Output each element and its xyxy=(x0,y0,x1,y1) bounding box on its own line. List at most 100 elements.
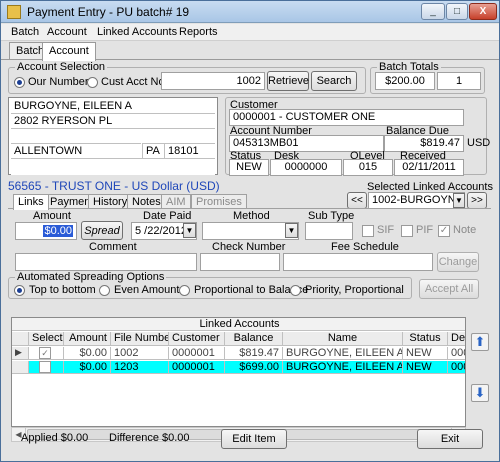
row-amount: $0.00 xyxy=(64,347,111,360)
selected-linked-dropdown[interactable]: 1002-BURGOYNE, E xyxy=(368,192,465,209)
subtab-divider xyxy=(8,208,491,209)
date-dropdown-icon[interactable]: ▼ xyxy=(183,223,196,238)
menu-account[interactable]: Account xyxy=(47,26,87,38)
proportional-balance-radio[interactable] xyxy=(179,285,190,296)
status-value: NEW xyxy=(229,159,269,176)
col-file-number[interactable]: File Number xyxy=(111,332,169,346)
title-bar[interactable]: Payment Entry - PU batch# 19 _ □ X xyxy=(1,1,499,23)
desk-value: 0000000 xyxy=(270,159,342,176)
move-up-arrow-icon[interactable]: ⬆ xyxy=(471,333,489,351)
top-to-bottom-radio[interactable] xyxy=(14,285,25,296)
tab-notes[interactable]: Notes xyxy=(127,194,166,209)
col-name[interactable]: Name xyxy=(283,332,403,346)
row-customer: 0000001 xyxy=(169,347,225,360)
trust-currency-line: 56565 - TRUST ONE - US Dollar (USD) xyxy=(8,179,220,193)
amount-value: $0.00 xyxy=(43,225,73,237)
sif-checkbox[interactable] xyxy=(362,225,374,237)
menu-bar: Batch Account Linked Accounts Reports xyxy=(1,24,499,41)
row-balance: $819.47 xyxy=(225,347,283,360)
edit-item-button[interactable]: Edit Item xyxy=(221,429,287,449)
tab-links[interactable]: Links xyxy=(13,194,49,210)
our-number-radio[interactable] xyxy=(14,77,25,88)
col-desk[interactable]: Des xyxy=(448,332,465,346)
applied-total: Applied $0.00 xyxy=(21,432,89,444)
accept-all-button[interactable]: Accept All xyxy=(419,279,479,299)
tab-account[interactable]: Account xyxy=(42,42,96,61)
menu-reports[interactable]: Reports xyxy=(179,26,218,38)
minimize-button[interactable]: _ xyxy=(421,3,445,20)
tab-promises[interactable]: Promises xyxy=(191,194,247,209)
comment-label: Comment xyxy=(89,241,137,253)
pif-label: PIF xyxy=(416,224,434,236)
row-header-corner xyxy=(12,332,29,346)
pif-checkbox[interactable] xyxy=(401,225,413,237)
priority-proportional-label: Priority, Proportional xyxy=(305,284,404,296)
note-label: Note xyxy=(453,224,477,236)
note-checkbox[interactable]: ✓ xyxy=(438,225,450,237)
account-number-input[interactable]: 1002 xyxy=(161,72,265,90)
spread-button[interactable]: Spread xyxy=(81,221,123,240)
fee-schedule-input[interactable] xyxy=(283,253,433,271)
retrieve-button[interactable]: Retrieve xyxy=(267,71,309,91)
currency-label: USD xyxy=(467,137,491,149)
menu-linked-accounts[interactable]: Linked Accounts xyxy=(97,26,177,38)
priority-proportional-radio[interactable] xyxy=(290,285,301,296)
even-amount-radio[interactable] xyxy=(99,285,110,296)
row-status: NEW xyxy=(403,361,448,374)
linked-accounts-grid: Linked Accounts Select Amount File Numbe… xyxy=(11,317,466,427)
customer-value: 0000001 - CUSTOMER ONE xyxy=(229,109,464,126)
batch-total-count: 1 xyxy=(437,72,481,90)
close-button[interactable]: X xyxy=(469,3,497,20)
payment-entry-window: Payment Entry - PU batch# 19 _ □ X Batch… xyxy=(0,0,500,462)
amount-label: Amount xyxy=(33,210,71,222)
row-desk: 00000 xyxy=(448,347,465,360)
batch-totals-group: Batch Totals $200.00 1 xyxy=(370,61,485,94)
chevron-down-icon[interactable]: ▼ xyxy=(453,193,465,208)
row-select-cell: ✓ xyxy=(29,347,64,360)
tab-history[interactable]: History xyxy=(88,194,133,209)
move-down-arrow-icon[interactable]: ⬇ xyxy=(471,384,489,402)
row-amount: $0.00 xyxy=(64,361,111,374)
address-block: BURGOYNE, EILEEN A 2802 RYERSON PL ALLEN… xyxy=(8,97,218,175)
main-tabs: Batch Account xyxy=(1,42,499,61)
row-select-cell xyxy=(29,361,64,374)
row-select-checkbox[interactable]: ✓ xyxy=(39,347,51,359)
row-desk: 00000 xyxy=(448,361,465,374)
cust-acct-no-radio[interactable] xyxy=(87,77,98,88)
col-select[interactable]: Select xyxy=(29,332,64,346)
account-selection-label: Account Selection xyxy=(15,61,108,73)
method-dropdown-icon[interactable]: ▼ xyxy=(285,223,298,238)
sub-type-label: Sub Type xyxy=(308,210,355,222)
next-linked-button[interactable]: >> xyxy=(467,192,487,209)
difference-total: Difference $0.00 xyxy=(109,432,190,444)
maximize-button[interactable]: □ xyxy=(446,3,468,20)
check-number-input[interactable] xyxy=(200,253,280,271)
tab-aim[interactable]: AIM xyxy=(161,194,191,209)
check-number-label: Check Number xyxy=(212,241,286,253)
menu-batch[interactable]: Batch xyxy=(11,26,39,38)
customer-block: Customer 0000001 - CUSTOMER ONE Account … xyxy=(225,97,491,176)
change-button[interactable]: Change xyxy=(437,252,479,272)
window-title: Payment Entry - PU batch# 19 xyxy=(27,5,190,19)
sub-type-input[interactable] xyxy=(305,222,353,240)
search-button[interactable]: Search xyxy=(311,71,357,91)
cust-acct-no-label: Cust Acct No xyxy=(101,76,165,88)
row-select-checkbox[interactable] xyxy=(39,361,51,373)
row-name: BURGOYNE, EILEEN A xyxy=(283,347,403,360)
our-number-label: Our Number xyxy=(28,76,89,88)
amount-input[interactable]: $0.00 xyxy=(15,222,77,240)
col-balance[interactable]: Balance xyxy=(225,332,283,346)
col-amount[interactable]: Amount xyxy=(64,332,111,346)
col-customer[interactable]: Customer xyxy=(169,332,225,346)
exit-button[interactable]: Exit xyxy=(417,429,483,449)
prev-linked-button[interactable]: << xyxy=(347,192,367,209)
linked-accounts-title: Linked Accounts xyxy=(12,318,465,331)
row-customer: 0000001 xyxy=(169,361,225,374)
row-selector-icon xyxy=(12,361,29,374)
batch-total-amount: $200.00 xyxy=(375,72,435,90)
comment-input[interactable] xyxy=(15,253,197,271)
row-name: BURGOYNE, EILEEN A xyxy=(283,361,403,374)
col-status[interactable]: Status xyxy=(403,332,448,346)
received-value: 02/11/2011 xyxy=(394,159,464,176)
qlevel-value: 015 xyxy=(343,159,393,176)
